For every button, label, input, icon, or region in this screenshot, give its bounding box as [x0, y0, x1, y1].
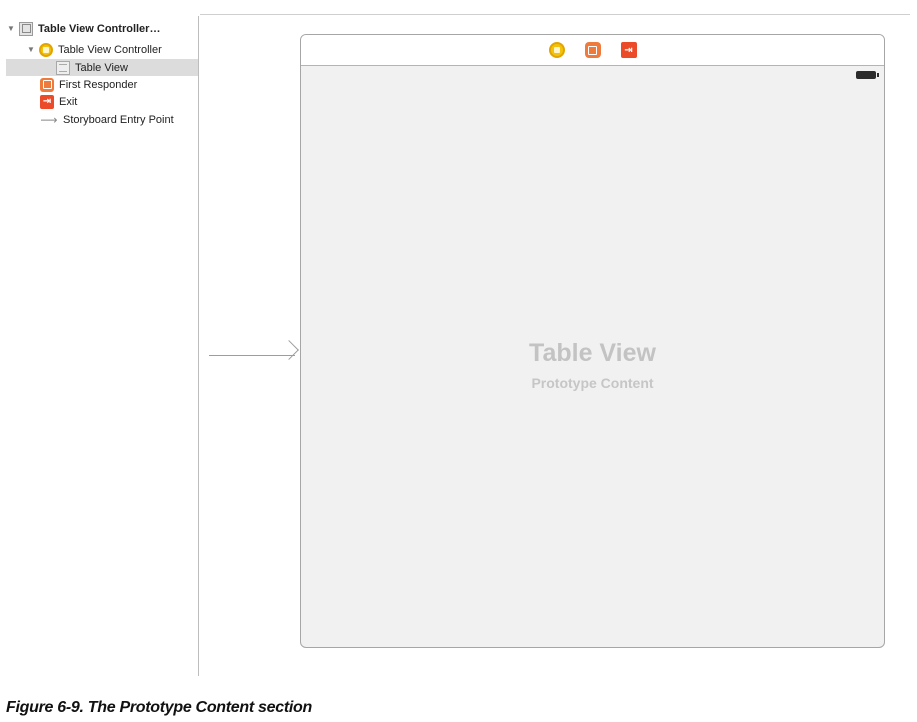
table-view-placeholder-subtitle: Prototype Content [531, 375, 654, 391]
disclosure-triangle-icon[interactable]: ▼ [26, 45, 36, 54]
storyboard-entry-arrow[interactable] [209, 355, 295, 356]
scene-dock: ⇥ [301, 35, 884, 66]
view-controller-icon[interactable] [548, 42, 565, 58]
scene-icon [19, 21, 33, 36]
exit-icon: ⇥ [40, 94, 54, 109]
first-responder-icon[interactable] [584, 42, 601, 58]
top-divider [200, 14, 910, 15]
outline-item-label: Table View Controller [58, 43, 162, 56]
outline-item-table-view[interactable]: Table View [6, 59, 198, 76]
outline-item-label: Storyboard Entry Point [63, 113, 174, 126]
outline-item-table-view-controller[interactable]: ▼ Table View Controller [26, 41, 198, 58]
table-view-controller-scene[interactable]: ⇥ Table View Prototype Content [300, 34, 885, 648]
outline-item-storyboard-entry-point[interactable]: ⟶ Storyboard Entry Point [40, 111, 198, 128]
outline-item-label: Table View Controller… [38, 22, 161, 35]
table-view-icon [56, 60, 70, 75]
entry-arrow-icon: ⟶ [40, 112, 58, 127]
outline-item-scene[interactable]: ▼ Table View Controller… [6, 20, 198, 37]
outline-item-label: Exit [59, 95, 78, 108]
view-controller-icon [39, 42, 53, 57]
outline-item-first-responder[interactable]: First Responder [40, 76, 198, 93]
storyboard-entry-arrowhead-icon [279, 340, 299, 360]
disclosure-triangle-icon[interactable]: ▼ [6, 24, 16, 33]
document-outline: ▼ Table View Controller… ▼ Table View Co… [0, 16, 199, 676]
exit-icon[interactable]: ⇥ [620, 42, 637, 58]
outline-item-label: Table View [75, 61, 128, 74]
figure-caption: Figure 6-9. The Prototype Content sectio… [6, 699, 312, 716]
table-view-placeholder-title: Table View [529, 339, 656, 367]
outline-item-exit[interactable]: ⇥ Exit [40, 93, 198, 110]
battery-icon [856, 71, 879, 79]
first-responder-icon [40, 77, 54, 92]
outline-item-label: First Responder [59, 78, 138, 91]
